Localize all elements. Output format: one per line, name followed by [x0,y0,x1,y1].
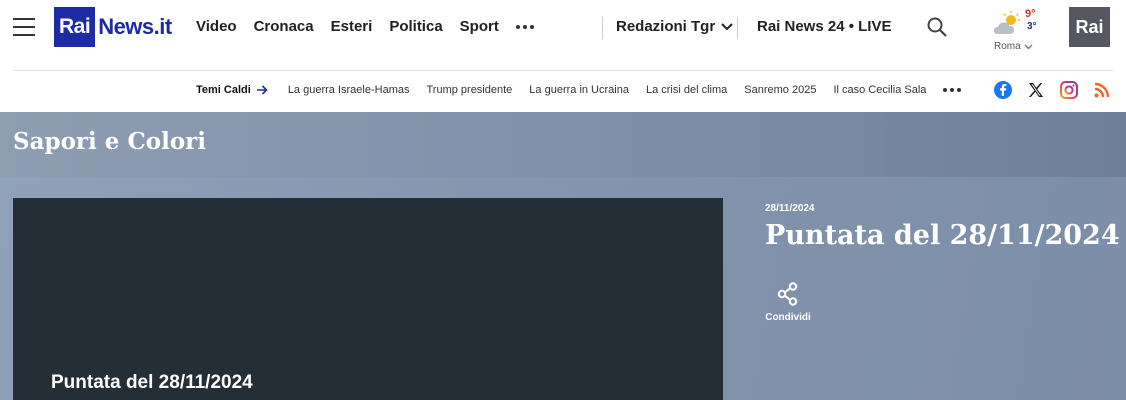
x-icon[interactable] [1026,80,1046,100]
weather-city: Roma [994,41,1033,52]
weather-widget[interactable]: 9° 3° Roma [992,8,1042,54]
nav-item-politica[interactable]: Politica [389,18,442,35]
menu-icon[interactable] [13,16,35,38]
share-icon [777,282,798,306]
topic-link[interactable]: Trump presidente [426,84,512,96]
header: Rai News.it Video Cronaca Esteri Politic… [0,0,1126,70]
topic-link[interactable]: Il caso Cecilia Sala [833,84,926,96]
search-icon[interactable] [927,17,947,37]
nav-item-sport[interactable]: Sport [460,18,499,35]
more-icon[interactable] [515,24,534,29]
rss-icon[interactable] [1092,80,1112,100]
hot-topics-nav: Temi Caldi La guerra Israele-Hamas Trump… [196,84,962,96]
hot-topics-text: Temi Caldi [196,84,251,96]
partly-cloudy-icon [994,11,1020,34]
logo-rai: Rai [54,7,96,47]
topic-link[interactable]: La crisi del clima [646,84,727,96]
video-title: Puntata del 28/11/2024 [51,372,253,393]
divider [737,17,738,39]
hot-topics-label[interactable]: Temi Caldi [196,84,268,96]
nav-item-video[interactable]: Video [196,18,237,35]
facebook-icon[interactable] [993,80,1013,100]
city-label: Roma [994,41,1021,52]
live-link[interactable]: Rai News 24 • LIVE [757,18,891,35]
rai-logo[interactable]: Rai [1069,7,1110,47]
temperature-min: 3° [1027,21,1037,32]
instagram-icon[interactable] [1059,80,1079,100]
topic-link[interactable]: La guerra in Ucraina [529,84,629,96]
share-button[interactable]: Condividi [762,282,814,330]
main-nav: Video Cronaca Esteri Politica Sport [196,18,534,35]
divider [13,70,1113,71]
arrow-right-icon [256,85,268,95]
share-label: Condividi [765,312,811,323]
redazioni-dropdown[interactable]: Redazioni Tgr [616,18,733,35]
divider [602,17,603,39]
chevron-down-icon [721,22,733,30]
chevron-down-icon [1024,44,1033,49]
episode-date: 28/11/2024 [765,203,815,214]
episode-title: Puntata del 28/11/2024 [765,220,1120,251]
rainews-logo[interactable]: Rai News.it [54,7,172,47]
logo-news: News.it [98,14,172,39]
redazioni-label: Redazioni Tgr [616,18,716,35]
topic-link[interactable]: Sanremo 2025 [744,84,816,96]
temperature-max: 9° [1025,8,1036,20]
topic-link[interactable]: La guerra Israele-Hamas [288,84,410,96]
more-icon[interactable] [943,88,962,92]
video-player[interactable]: Puntata del 28/11/2024 [13,198,723,400]
nav-item-esteri[interactable]: Esteri [331,18,373,35]
nav-item-cronaca[interactable]: Cronaca [254,18,314,35]
program-title[interactable]: Sapori e Colori [13,128,206,155]
